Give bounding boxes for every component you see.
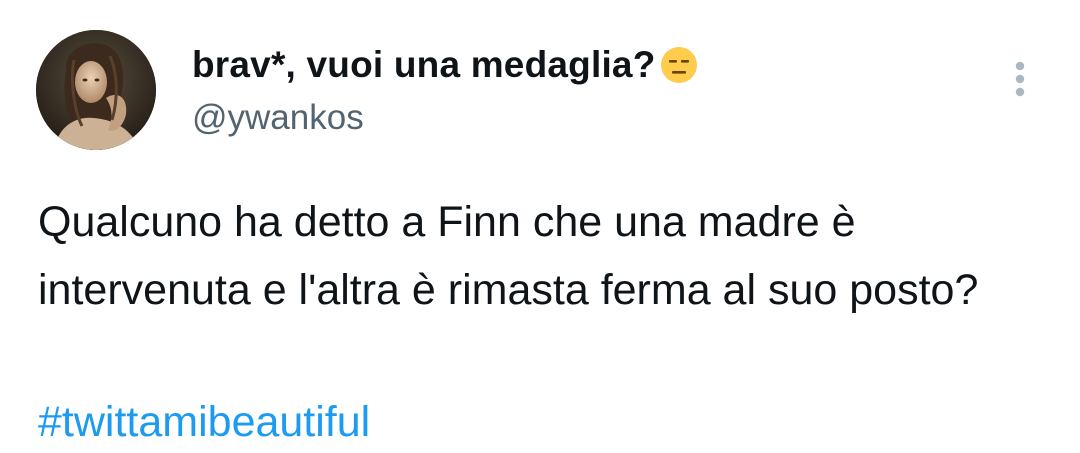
more-options-button[interactable] xyxy=(1000,56,1040,102)
painting-portrait-avatar-icon xyxy=(36,30,156,150)
tweet-card: brav*, vuoi una medaglia? @ywankos Qualc… xyxy=(0,0,1080,453)
author-handle[interactable]: @ywankos xyxy=(192,98,364,138)
avatar[interactable] xyxy=(36,30,156,150)
author-display-name[interactable]: brav*, vuoi una medaglia? xyxy=(192,44,699,86)
more-vertical-icon xyxy=(1015,61,1025,97)
tweet-text: Qualcuno ha detto a Finn che una madre è… xyxy=(38,198,979,314)
hashtag-link[interactable]: #twittamibeautiful xyxy=(38,392,370,452)
display-name-text: brav*, vuoi una medaglia? xyxy=(192,44,656,85)
expressionless-face-emoji-icon xyxy=(659,45,699,85)
